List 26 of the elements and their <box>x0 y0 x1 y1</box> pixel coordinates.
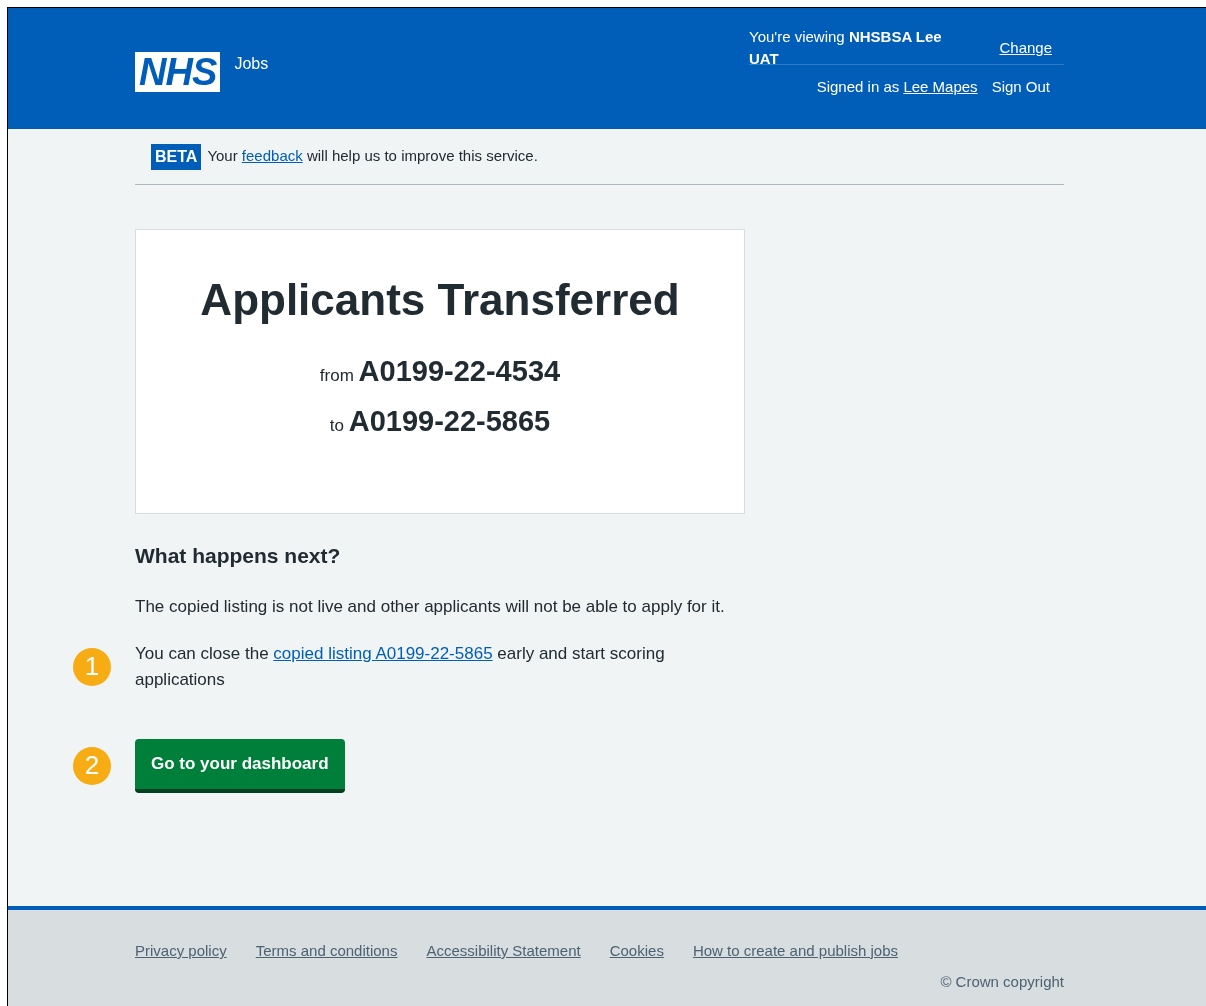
step-number-marker: 1 <box>73 647 111 686</box>
panel-title: Applicants Transferred <box>200 278 680 322</box>
info-paragraph: The copied listing is not live and other applicants will not be able to apply for it. <box>135 595 726 618</box>
copied-listing-link[interactable]: copied listing A0199-22-5865 <box>273 643 493 663</box>
copyright-text: © Crown copyright <box>940 971 1064 992</box>
change-link[interactable]: Change <box>999 36 1052 60</box>
beta-tag: BETA <box>151 143 202 170</box>
footer-link[interactable]: Privacy policy <box>135 940 227 963</box>
from-reference: from A0199-22-4534 <box>319 354 561 389</box>
to-reference: to A0199-22-5865 <box>329 403 551 439</box>
user-name-link[interactable]: Lee Mapes <box>903 78 978 96</box>
footer-link[interactable]: How to create and publish jobs <box>692 940 898 963</box>
feedback-link[interactable]: feedback <box>241 147 303 165</box>
feedback-text: Your feedback will help us to improve this service. <box>207 146 538 167</box>
footer-link[interactable]: Accessibility Statement <box>426 940 581 963</box>
sign-out-link[interactable]: Sign Out <box>991 76 1050 99</box>
section-heading: What happens next? <box>135 543 342 569</box>
dashboard-button[interactable]: Go to your dashboard <box>135 738 345 793</box>
viewing-organisation-text: You're viewing NHSBSA Lee UAT <box>749 26 943 69</box>
nhs-logo[interactable]: NHS <box>135 51 221 92</box>
close-listing-paragraph: You can close the copied listing A0199-22-5865 early and start scoring applications <box>135 642 666 691</box>
step-number-marker: 2 <box>73 746 111 785</box>
footer-link[interactable]: Cookies <box>609 940 664 963</box>
signed-in-text: Signed in as Lee Mapes <box>816 77 978 98</box>
service-name: Jobs <box>234 53 269 74</box>
footer-link[interactable]: Terms and conditions <box>255 940 398 963</box>
